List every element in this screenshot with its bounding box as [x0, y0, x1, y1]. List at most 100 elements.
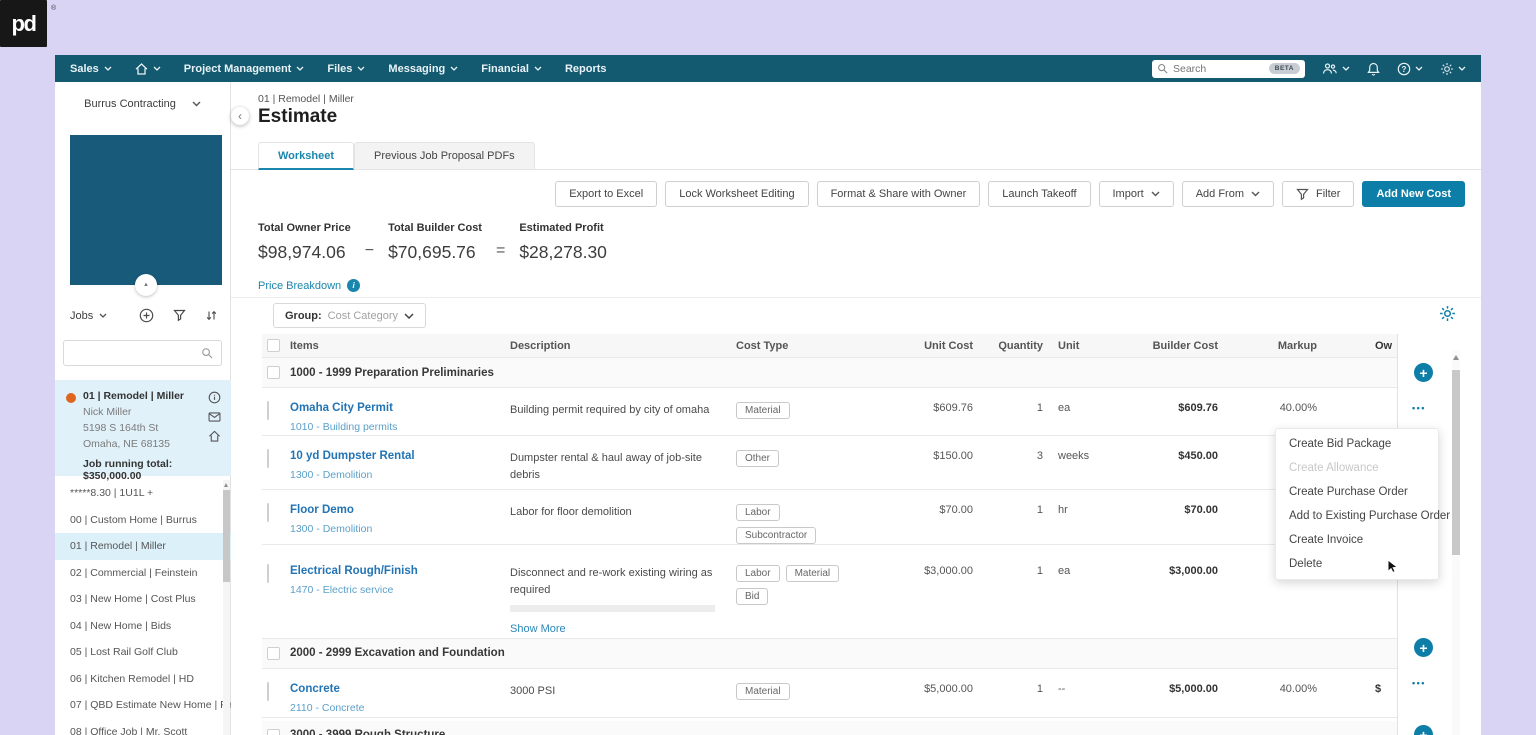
item-category-link[interactable]: 1010 - Building permits	[290, 421, 510, 433]
breadcrumb: 01 | Remodel | Miller	[258, 93, 354, 105]
launch-takeoff-button[interactable]: Launch Takeoff	[988, 181, 1090, 207]
format-share-with-owner-button[interactable]: Format & Share with Owner	[817, 181, 981, 207]
lock-worksheet-editing-button[interactable]: Lock Worksheet Editing	[665, 181, 808, 207]
group-by-dropdown[interactable]: Group: Cost Category	[273, 303, 426, 328]
job-home-icon[interactable]	[208, 430, 221, 442]
menu-item-create-bid-package[interactable]: Create Bid Package	[1276, 432, 1438, 456]
sort-jobs-icon[interactable]	[205, 309, 218, 322]
job-list-item[interactable]: *****8.30 | 1U1L +	[55, 480, 231, 507]
chevron-down-icon	[1251, 191, 1260, 197]
add-from-button[interactable]: Add From	[1182, 181, 1274, 207]
section-checkbox[interactable]	[267, 729, 280, 735]
item-description: Disconnect and re-work existing wiring a…	[510, 545, 736, 638]
job-search[interactable]	[63, 340, 222, 366]
row-checkbox[interactable]	[267, 682, 269, 701]
job-list-item-selected[interactable]: 01 | Remodel | Miller	[55, 533, 231, 560]
tab-worksheet[interactable]: Worksheet	[258, 142, 354, 170]
estimate-totals: Total Owner Price $98,974.06 − Total Bui…	[258, 222, 607, 263]
job-list-item[interactable]: 05 | Lost Rail Golf Club	[55, 639, 231, 666]
nav-item-messaging[interactable]: Messaging	[388, 63, 458, 75]
job-list-item[interactable]: 03 | New Home | Cost Plus	[55, 586, 231, 613]
chevron-down-icon	[357, 66, 365, 71]
select-all-checkbox[interactable]	[267, 339, 280, 352]
job-list-item[interactable]: 06 | Kitchen Remodel | HD	[55, 666, 231, 693]
nav-item-sales[interactable]: Sales	[70, 63, 112, 75]
item-category-link[interactable]: 1470 - Electric service	[290, 584, 510, 596]
settings-menu[interactable]	[1440, 62, 1466, 76]
table-scrollbar[interactable]	[1452, 350, 1460, 735]
item-name-link[interactable]: 10 yd Dumpster Rental	[290, 450, 510, 462]
nav-item-financial[interactable]: Financial	[481, 63, 542, 75]
add-new-cost-button[interactable]: Add New Cost	[1362, 181, 1465, 207]
job-list-item[interactable]: 00 | Custom Home | Burrus	[55, 507, 231, 534]
job-list-item[interactable]: 02 | Commercial | Feinstein	[55, 560, 231, 587]
worksheet-settings-gear-icon[interactable]	[1439, 305, 1456, 322]
sidebar-scrollbar[interactable]	[223, 480, 230, 735]
job-info-icon[interactable]	[208, 391, 221, 404]
add-cost-to-section-button[interactable]: +	[1414, 725, 1433, 735]
company-selector[interactable]: Burrus Contracting	[55, 98, 230, 110]
row-checkbox[interactable]	[267, 449, 269, 468]
item-name-link[interactable]: Omaha City Permit	[290, 402, 510, 414]
row-checkbox[interactable]	[267, 503, 269, 522]
menu-item-delete[interactable]: Delete	[1276, 552, 1438, 576]
item-category-link[interactable]: 2110 - Concrete	[290, 702, 510, 714]
cost-item-row: 10 yd Dumpster Rental 1300 - Demolition …	[262, 436, 1397, 490]
nav-item-reports[interactable]: Reports	[565, 63, 607, 75]
ellipsis-icon: •••	[1412, 678, 1426, 688]
add-cost-to-section-button[interactable]: +	[1414, 363, 1433, 382]
nav-item-project-management[interactable]: Project Management	[184, 63, 305, 75]
item-name-link[interactable]: Electrical Rough/Finish	[290, 565, 510, 577]
import-button[interactable]: Import	[1099, 181, 1174, 207]
funnel-icon	[1296, 188, 1309, 201]
equals-operator: =	[496, 242, 505, 263]
jobs-dropdown[interactable]: Jobs	[70, 310, 107, 322]
job-list-item[interactable]: 04 | New Home | Bids	[55, 613, 231, 640]
menu-item-add-to-existing-purchase-order[interactable]: Add to Existing Purchase Order	[1276, 504, 1438, 528]
menu-item-create-invoice[interactable]: Create Invoice	[1276, 528, 1438, 552]
global-search[interactable]: BETA	[1152, 60, 1305, 78]
cost-item-row: Electrical Rough/Finish 1470 - Electric …	[262, 545, 1397, 639]
selected-job-card[interactable]: 01 | Remodel | Miller Nick Miller 5198 S…	[55, 380, 231, 476]
job-list-item[interactable]: 07 | QBD Estimate New Home | Fantana	[55, 692, 231, 719]
community-menu[interactable]	[1322, 62, 1350, 75]
sidebar-collapse-button[interactable]: ‹	[231, 107, 249, 125]
notifications-button[interactable]	[1367, 62, 1380, 76]
chevron-down-icon	[153, 66, 161, 71]
row-actions-menu-button[interactable]: •••	[1412, 678, 1426, 688]
show-more-link[interactable]: Show More	[510, 621, 728, 638]
nav-item-home[interactable]	[135, 63, 161, 75]
filter-jobs-icon[interactable]	[173, 309, 186, 322]
section-checkbox[interactable]	[267, 647, 280, 660]
item-category-link[interactable]: 1300 - Demolition	[290, 523, 510, 535]
row-checkbox[interactable]	[267, 564, 269, 583]
item-description: 3000 PSI	[510, 669, 736, 717]
add-cost-to-section-button[interactable]: +	[1414, 638, 1433, 657]
chevron-down-icon	[1151, 191, 1160, 197]
export-to-excel-button[interactable]: Export to Excel	[555, 181, 657, 207]
menu-item-create-purchase-order[interactable]: Create Purchase Order	[1276, 480, 1438, 504]
filter-button[interactable]: Filter	[1282, 181, 1354, 207]
scrollbar-thumb[interactable]	[1452, 370, 1460, 555]
row-actions-menu-button[interactable]: •••	[1412, 403, 1426, 413]
item-name-link[interactable]: Floor Demo	[290, 504, 510, 516]
cost-type-chip: Material	[736, 683, 790, 700]
add-job-button[interactable]	[139, 308, 154, 323]
col-unit-cost: Unit Cost	[866, 334, 973, 357]
tab-previous-job-proposal-pdfs[interactable]: Previous Job Proposal PDFs	[354, 142, 535, 170]
price-breakdown-link[interactable]: Price Breakdown i	[258, 279, 360, 292]
nav-item-files[interactable]: Files	[327, 63, 365, 75]
photo-collapse-button[interactable]: ▲	[135, 274, 157, 296]
scrollbar-thumb[interactable]	[223, 490, 230, 582]
job-search-input[interactable]	[72, 347, 201, 359]
unit-value: ea	[1043, 545, 1113, 638]
help-menu[interactable]: ?	[1397, 62, 1423, 76]
job-list-item[interactable]: 08 | Office Job | Mr. Scott	[55, 719, 231, 735]
item-name-link[interactable]: Concrete	[290, 683, 510, 695]
item-category-link[interactable]: 1300 - Demolition	[290, 469, 510, 481]
col-cost-type: Cost Type	[736, 334, 866, 357]
row-checkbox[interactable]	[267, 401, 269, 420]
job-mail-icon[interactable]	[208, 412, 221, 422]
global-search-input[interactable]	[1173, 63, 1264, 75]
section-checkbox[interactable]	[267, 366, 280, 379]
